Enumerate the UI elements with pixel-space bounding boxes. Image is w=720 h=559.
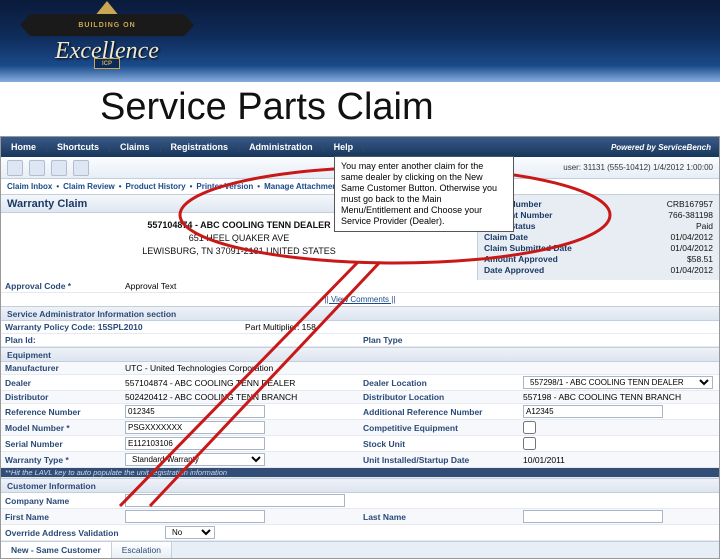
model-input[interactable]	[125, 421, 265, 434]
top-nav: Home Shortcuts Claims Registrations Admi…	[1, 137, 719, 157]
competitive-checkbox[interactable]	[523, 421, 536, 434]
amount-approved: $58.51	[687, 254, 713, 264]
brand-label: Powered by ServiceBench	[611, 143, 719, 152]
nav-registrations[interactable]: Registrations	[161, 142, 240, 152]
serial-input[interactable]	[125, 437, 265, 450]
first-name-input[interactable]	[125, 510, 265, 523]
bottom-tabs: New - Same Customer Escalation	[1, 541, 719, 558]
section-admin: Service Administrator Information sectio…	[1, 306, 719, 321]
view-comments-link[interactable]: || View Comments ||	[1, 293, 719, 306]
crumb-attach[interactable]: Manage Attachments	[264, 182, 344, 191]
warranty-type-select[interactable]: Standard Warranty	[125, 453, 265, 466]
callout-box: You may enter another claim for the same…	[334, 156, 514, 232]
nav-help[interactable]: Help	[324, 142, 365, 152]
manufacturer-value: UTC - United Technologies Corporation	[121, 362, 359, 374]
section-customer: Customer Information	[1, 478, 719, 493]
home-icon[interactable]	[7, 160, 23, 176]
last-name-input[interactable]	[523, 510, 663, 523]
medallion-icp: ICP	[94, 58, 120, 69]
distributor-value: 502420412 - ABC COOLING TENN BRANCH	[121, 391, 359, 403]
dealer-location-select[interactable]: 557298/1 - ABC COOLING TENN DEALER	[523, 376, 713, 389]
claim-number: CRB167957	[667, 199, 713, 209]
crumb-history[interactable]: Product History	[126, 182, 186, 191]
plan-id-label: Plan Id:	[1, 334, 121, 346]
crumb-printer[interactable]: Printer Version	[196, 182, 253, 191]
nav-administration[interactable]: Administration	[239, 142, 324, 152]
nav-claims[interactable]: Claims	[110, 142, 161, 152]
claim-status: Paid	[696, 221, 713, 231]
claim-date: 01/04/2012	[670, 232, 713, 242]
tab-new-same-customer[interactable]: New - Same Customer	[1, 542, 112, 558]
install-date: 10/01/2011	[519, 452, 719, 467]
approval-code-label: Approval Code *	[1, 280, 121, 292]
reference-input[interactable]	[125, 405, 265, 418]
save-icon[interactable]	[51, 160, 67, 176]
crumb-review[interactable]: Claim Review	[63, 182, 115, 191]
date-approved: 01/04/2012	[670, 265, 713, 275]
page-title: Service Parts Claim	[100, 86, 434, 129]
lavl-hint: **Hit the LAVL key to auto populate the …	[5, 468, 227, 477]
section-equipment: Equipment	[1, 347, 719, 362]
print-icon[interactable]	[29, 160, 45, 176]
part-multiplier: Part Multiplier: 158	[241, 321, 479, 333]
approval-text-label: Approval Text	[125, 281, 176, 291]
crumb-inbox[interactable]: Claim Inbox	[7, 182, 52, 191]
nav-shortcuts[interactable]: Shortcuts	[47, 142, 110, 152]
company-input[interactable]	[125, 494, 345, 507]
plan-type-label: Plan Type	[359, 334, 519, 346]
dealer-value: 557104874 - ABC COOLING TENN DEALER	[121, 375, 359, 390]
excellence-medallion: BUILDING ON Excellence ICP	[42, 4, 172, 76]
distributor-location: 557198 - ABC COOLING TENN BRANCH	[519, 391, 719, 403]
stock-checkbox[interactable]	[523, 437, 536, 450]
slide-banner: BUILDING ON Excellence ICP	[0, 0, 720, 82]
submitted-date: 01/04/2012	[670, 243, 713, 253]
tab-escalation[interactable]: Escalation	[112, 542, 172, 558]
override-select[interactable]: No	[165, 526, 215, 539]
export-icon[interactable]	[73, 160, 89, 176]
nav-home[interactable]: Home	[1, 142, 47, 152]
policy-code: Warranty Policy Code: 15SPL2010	[1, 321, 241, 333]
account-number: 766-381198	[668, 210, 713, 220]
user-status: user: 31131 (555-10412) 1/4/2012 1:00:00	[563, 163, 713, 172]
add-reference-input[interactable]	[523, 405, 663, 418]
medallion-top-text: BUILDING ON	[30, 14, 184, 36]
